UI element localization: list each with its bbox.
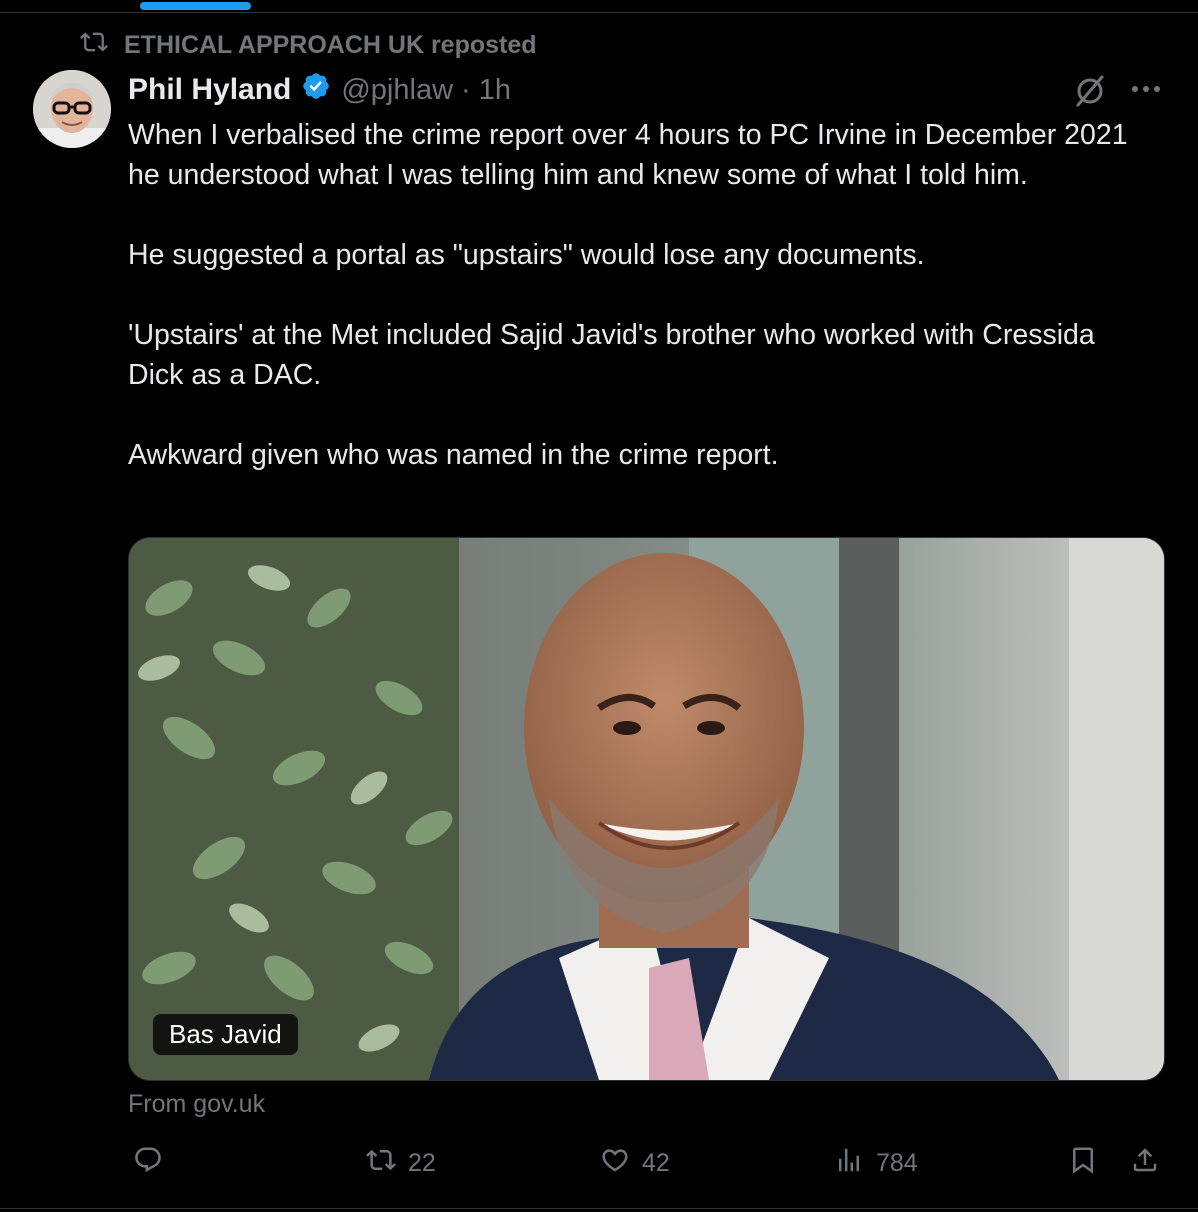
repost-label: ETHICAL APPROACH UK reposted bbox=[124, 30, 537, 59]
active-tab-indicator bbox=[140, 2, 251, 10]
author-name[interactable]: Phil Hyland bbox=[128, 73, 291, 107]
media-photo bbox=[129, 538, 1164, 1080]
repost-button[interactable]: 22 bbox=[366, 1145, 436, 1182]
action-bar: 22 42 784 bbox=[0, 1145, 1198, 1185]
verified-badge-icon bbox=[301, 71, 331, 109]
views-count: 784 bbox=[876, 1149, 918, 1177]
bookmark-button[interactable] bbox=[1068, 1145, 1098, 1182]
like-icon bbox=[600, 1145, 630, 1182]
tweet-time[interactable]: 1h bbox=[479, 74, 511, 107]
tweet-media[interactable]: Bas Javid bbox=[128, 537, 1165, 1081]
views-button[interactable]: 784 bbox=[834, 1145, 918, 1182]
like-button[interactable]: 42 bbox=[600, 1145, 670, 1182]
repost-icon bbox=[366, 1145, 396, 1182]
top-tab-strip bbox=[0, 0, 1198, 13]
reply-icon bbox=[133, 1145, 163, 1182]
avatar[interactable] bbox=[33, 70, 111, 148]
tweet-header: Phil Hyland @pjhlaw · 1h bbox=[128, 70, 511, 110]
views-icon bbox=[834, 1145, 864, 1182]
media-alt-label[interactable]: Bas Javid bbox=[153, 1014, 298, 1055]
reply-button[interactable] bbox=[133, 1145, 175, 1182]
repost-icon bbox=[80, 28, 108, 63]
bottom-divider bbox=[0, 1208, 1198, 1209]
repost-count: 22 bbox=[408, 1149, 436, 1177]
media-source[interactable]: From gov.uk bbox=[128, 1090, 265, 1119]
share-button[interactable] bbox=[1130, 1145, 1160, 1182]
grok-icon[interactable] bbox=[1072, 72, 1108, 108]
bookmark-icon bbox=[1068, 1145, 1098, 1182]
more-icon[interactable] bbox=[1128, 76, 1164, 102]
tweet-text: When I verbalised the crime report over … bbox=[128, 119, 1128, 471]
author-handle[interactable]: @pjhlaw bbox=[341, 74, 453, 107]
repost-context[interactable]: ETHICAL APPROACH UK reposted bbox=[80, 30, 537, 60]
separator-dot: · bbox=[461, 73, 471, 106]
like-count: 42 bbox=[642, 1149, 670, 1177]
share-icon bbox=[1130, 1145, 1160, 1182]
